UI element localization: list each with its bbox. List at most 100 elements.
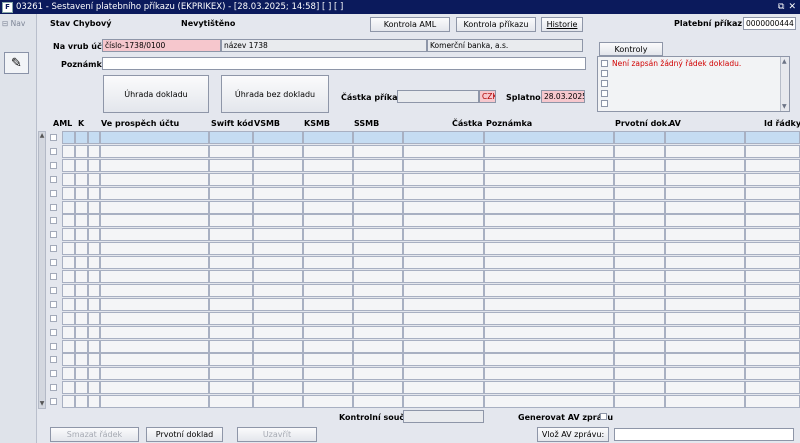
cell-aml[interactable]: [47, 298, 61, 311]
cell-k2[interactable]: [75, 172, 88, 186]
cell-poznamka[interactable]: [484, 381, 614, 395]
cell-ksmb[interactable]: [303, 325, 353, 339]
vloz-av-zpravu-button[interactable]: Vlož AV zprávu:: [537, 427, 609, 442]
kontrola-prikazu-button[interactable]: Kontrola příkazu: [456, 17, 536, 32]
cell-ve-prospech-uctu[interactable]: [100, 186, 209, 200]
cell-aml[interactable]: [47, 256, 61, 269]
cell-aml[interactable]: [47, 381, 61, 394]
cell-aml[interactable]: [47, 270, 61, 283]
cell-k[interactable]: [62, 270, 75, 283]
cell-k[interactable]: [62, 228, 75, 242]
cell-ssmb[interactable]: [353, 144, 403, 158]
row-checkbox[interactable]: [50, 328, 57, 336]
cell-poznamka[interactable]: [484, 172, 614, 186]
kontroly-row-checkbox[interactable]: [601, 70, 608, 77]
cell-ve-prospech-uctu[interactable]: [100, 395, 209, 409]
cell-k2[interactable]: [75, 311, 88, 325]
cell-aml[interactable]: [47, 159, 61, 172]
cell-ssmb[interactable]: [353, 200, 403, 214]
cell-poznamka[interactable]: [484, 283, 614, 297]
cell-prvotni-dok[interactable]: [614, 367, 665, 381]
cell-k[interactable]: [62, 339, 75, 353]
cell-ssmb[interactable]: [353, 131, 403, 144]
table-row[interactable]: [47, 297, 800, 312]
cell-av[interactable]: [665, 256, 745, 270]
cell-id-radky[interactable]: [745, 325, 800, 339]
row-checkbox[interactable]: [50, 273, 57, 280]
cell-id-radky[interactable]: [745, 339, 800, 353]
cell-swift[interactable]: [209, 339, 253, 353]
cell-ksmb[interactable]: [303, 367, 353, 381]
cell-ssmb[interactable]: [353, 242, 403, 256]
row-checkbox[interactable]: [50, 245, 57, 253]
row-checkbox[interactable]: [50, 217, 57, 225]
cell-ssmb[interactable]: [353, 283, 403, 297]
cell-castka[interactable]: [403, 270, 484, 283]
cell-ksmb[interactable]: [303, 381, 353, 395]
cell-aml[interactable]: [47, 326, 61, 339]
cell-av[interactable]: [665, 172, 745, 186]
cell-k[interactable]: [62, 311, 75, 325]
cell-poznamka[interactable]: [484, 339, 614, 353]
cell-k3[interactable]: [88, 311, 100, 325]
cell-aml[interactable]: [47, 228, 61, 241]
cell-ksmb[interactable]: [303, 242, 353, 256]
cell-swift[interactable]: [209, 228, 253, 242]
cell-ve-prospech-uctu[interactable]: [100, 200, 209, 214]
cell-k[interactable]: [62, 353, 75, 367]
cell-castka[interactable]: [403, 144, 484, 158]
cell-swift[interactable]: [209, 395, 253, 409]
cell-castka[interactable]: [403, 311, 484, 325]
cell-castka[interactable]: [403, 381, 484, 395]
cell-vsmb[interactable]: [253, 270, 303, 283]
smazat-radek-button[interactable]: Smazat řádek: [50, 427, 139, 442]
cell-av[interactable]: [665, 283, 745, 297]
cell-castka[interactable]: [403, 200, 484, 214]
cell-vsmb[interactable]: [253, 228, 303, 242]
cell-castka[interactable]: [403, 214, 484, 228]
cell-poznamka[interactable]: [484, 186, 614, 200]
cell-k2[interactable]: [75, 367, 88, 381]
cell-av[interactable]: [665, 200, 745, 214]
cell-poznamka[interactable]: [484, 367, 614, 381]
cell-vsmb[interactable]: [253, 242, 303, 256]
cell-ksmb[interactable]: [303, 256, 353, 270]
cell-id-radky[interactable]: [745, 297, 800, 311]
cell-prvotni-dok[interactable]: [614, 200, 665, 214]
cell-prvotni-dok[interactable]: [614, 395, 665, 409]
cell-castka[interactable]: [403, 242, 484, 256]
cell-castka[interactable]: [403, 297, 484, 311]
cell-k[interactable]: [62, 242, 75, 256]
cell-prvotni-dok[interactable]: [614, 144, 665, 158]
cell-aml[interactable]: [47, 187, 61, 200]
cell-castka[interactable]: [403, 395, 484, 409]
cell-k2[interactable]: [75, 283, 88, 297]
uhrada-dokladu-button[interactable]: Úhrada dokladu: [103, 75, 209, 113]
cell-ksmb[interactable]: [303, 339, 353, 353]
cell-swift[interactable]: [209, 242, 253, 256]
cell-castka[interactable]: [403, 186, 484, 200]
cell-swift[interactable]: [209, 353, 253, 367]
cell-ve-prospech-uctu[interactable]: [100, 228, 209, 242]
cell-k[interactable]: [62, 144, 75, 158]
cell-swift[interactable]: [209, 256, 253, 270]
cell-k3[interactable]: [88, 200, 100, 214]
cell-swift[interactable]: [209, 367, 253, 381]
cell-aml[interactable]: [47, 340, 61, 353]
cell-k3[interactable]: [88, 186, 100, 200]
cell-ssmb[interactable]: [353, 214, 403, 228]
row-checkbox[interactable]: [50, 286, 57, 294]
nav-toggle[interactable]: ⊟ Nav: [2, 19, 25, 28]
cell-ve-prospech-uctu[interactable]: [100, 256, 209, 270]
table-row[interactable]: [47, 200, 800, 215]
cell-id-radky[interactable]: [745, 242, 800, 256]
cell-k2[interactable]: [75, 353, 88, 367]
cell-castka[interactable]: [403, 228, 484, 242]
cell-ssmb[interactable]: [353, 297, 403, 311]
cell-swift[interactable]: [209, 325, 253, 339]
cell-av[interactable]: [665, 367, 745, 381]
cell-swift[interactable]: [209, 297, 253, 311]
cell-poznamka[interactable]: [484, 131, 614, 144]
table-row[interactable]: [47, 395, 800, 409]
cell-poznamka[interactable]: [484, 256, 614, 270]
